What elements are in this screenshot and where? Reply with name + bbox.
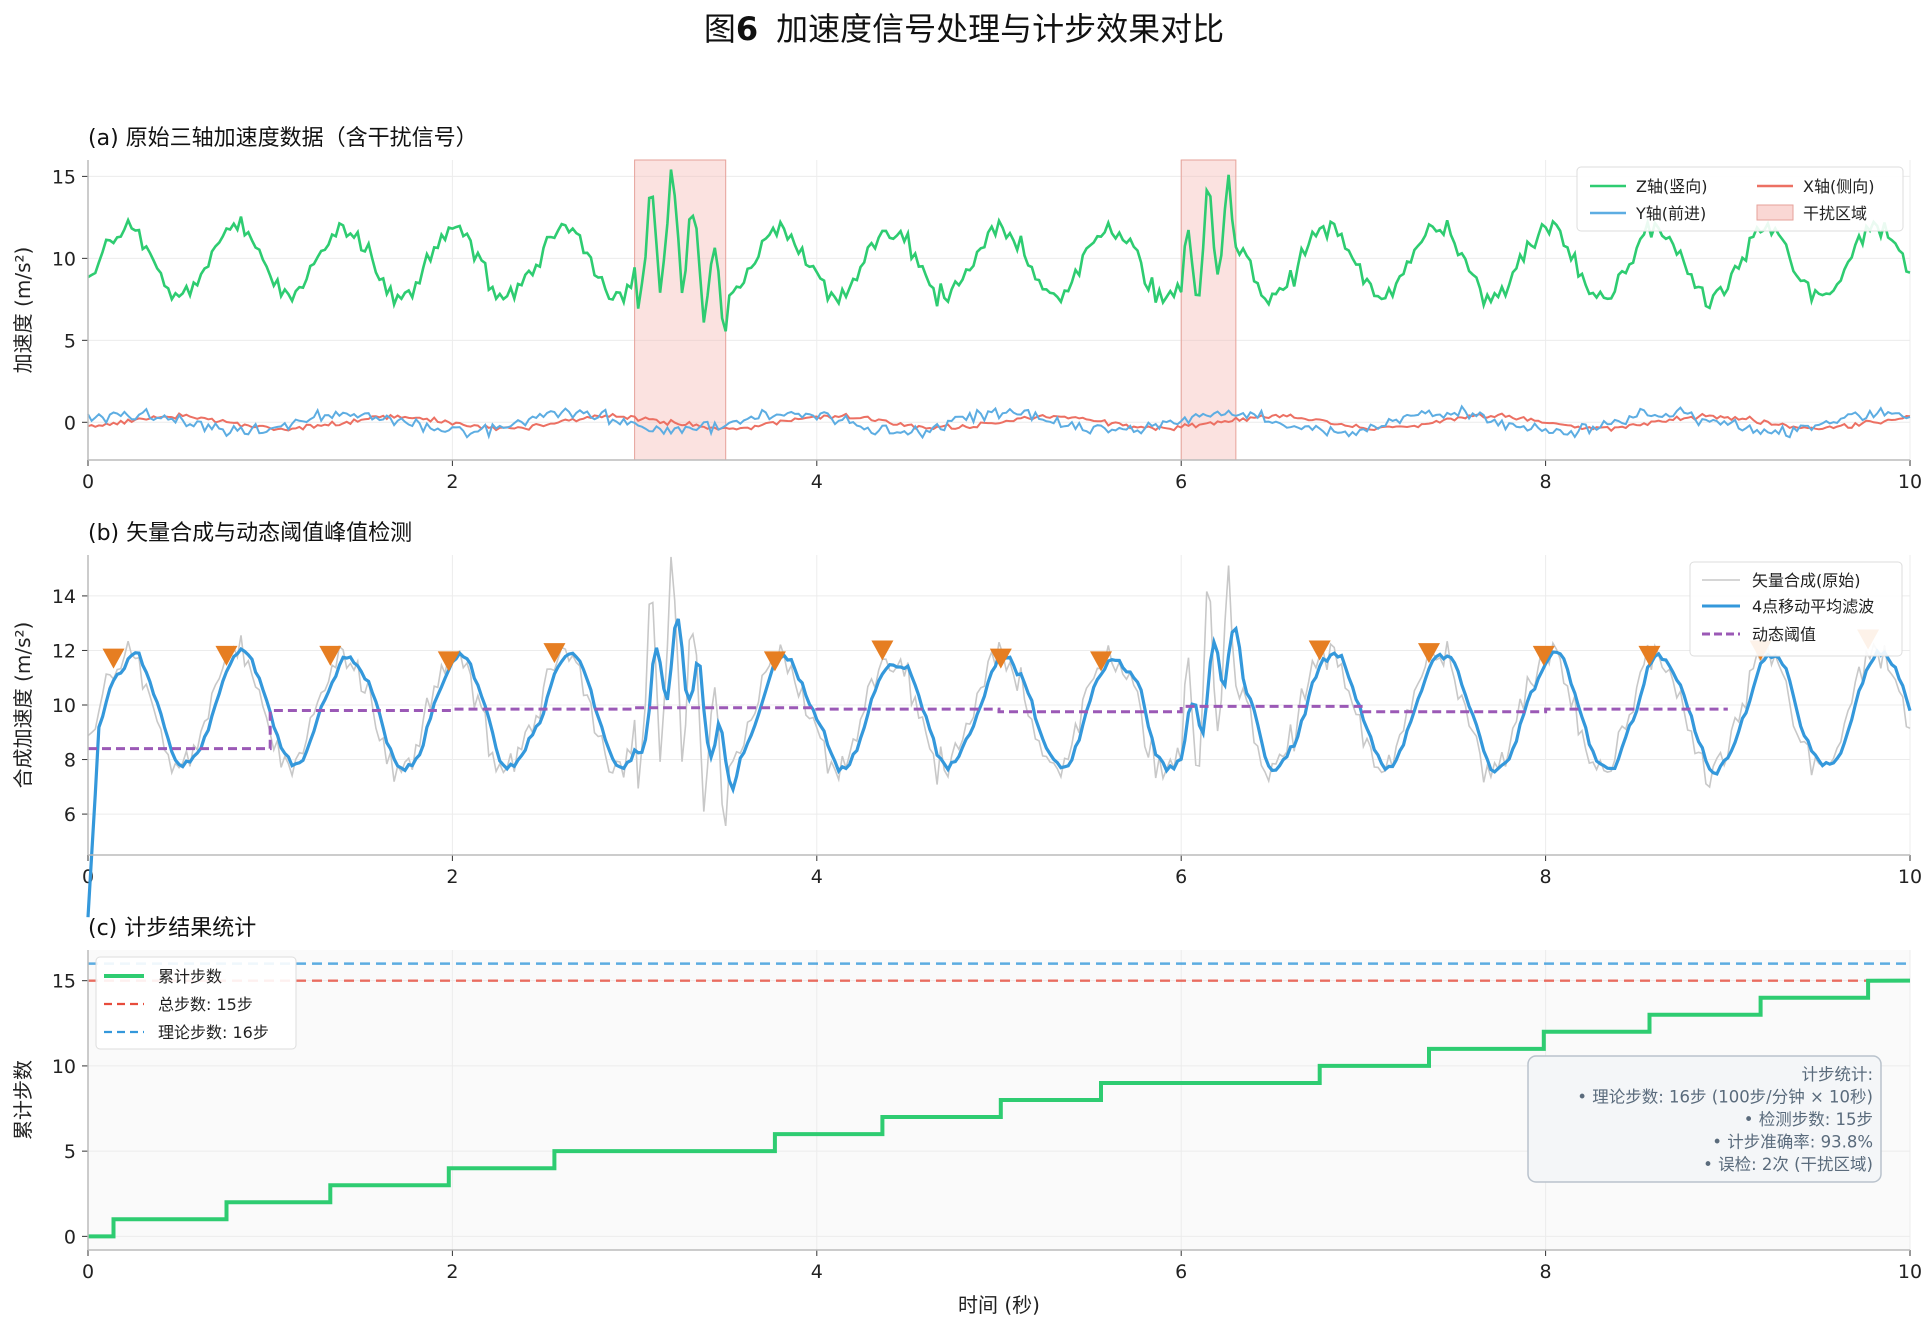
legend-label: Z轴(竖向)	[1636, 177, 1707, 196]
x-tick-label: 2	[446, 1261, 458, 1283]
y-tick-label: 15	[52, 166, 76, 188]
legend-label: 累计步数	[158, 967, 222, 986]
stats-line: • 误检: 2次 (干扰区域)	[1703, 1155, 1873, 1174]
figure-title-text: 加速度信号处理与计步效果对比	[776, 10, 1224, 48]
stats-line: • 计步准确率: 93.8%	[1712, 1133, 1873, 1152]
legend-label: 动态阈值	[1752, 625, 1816, 644]
legend-label: X轴(侧向)	[1803, 177, 1874, 196]
legend-c: 累计步数总步数: 15步理论步数: 16步	[95, 956, 297, 1050]
y-axis-label: 累计步数	[11, 1060, 35, 1140]
panel-title: (b) 矢量合成与动态阈值峰值检测	[88, 521, 412, 546]
x-tick-label: 0	[82, 471, 94, 493]
x-tick-label: 8	[1540, 471, 1552, 493]
y-axis-label: 加速度 (m/s²)	[11, 247, 35, 374]
legend-swatch	[1756, 204, 1794, 221]
y-tick-label: 6	[64, 804, 76, 826]
figure-title: 图6 加速度信号处理与计步效果对比	[704, 10, 1224, 48]
x-tick-label: 6	[1175, 471, 1187, 493]
legend-label: Y轴(前进)	[1635, 204, 1706, 223]
y-tick-label: 5	[64, 330, 76, 352]
figure-title-prefix: 图	[704, 10, 736, 48]
x-tick-label: 10	[1898, 866, 1922, 888]
y-tick-label: 12	[52, 640, 76, 662]
x-tick-label: 8	[1540, 866, 1552, 888]
y-tick-label: 0	[64, 412, 76, 434]
legend-b: 矢量合成(原始) 4点移动平均滤波动态阈值	[1689, 561, 1903, 657]
y-tick-label: 10	[52, 248, 76, 270]
x-tick-label: 8	[1540, 1261, 1552, 1283]
y-tick-label: 5	[64, 1141, 76, 1163]
x-tick-label: 4	[811, 1261, 823, 1283]
panel-a: (a) 原始三轴加速度数据（含干扰信号） 加速度 (m/s²) 0 2 4 6 8 10 0 5 1…	[11, 126, 1922, 493]
y-tick-label: 8	[64, 750, 76, 772]
y-tick-label: 15	[52, 971, 76, 993]
stats-line: 计步统计:	[1801, 1065, 1873, 1084]
x-tick-label: 0	[82, 1261, 94, 1283]
x-axis-label: 时间 (秒)	[958, 1293, 1040, 1317]
x-tick-label: 4	[811, 866, 823, 888]
panels: (a) 原始三轴加速度数据（含干扰信号） 加速度 (m/s²) 0 2 4 6 8 10 0 5 1…	[11, 126, 1922, 1317]
panel-c: (c) 计步结果统计累计步数0 2 4 6 8 10051015时间 (秒)累计步数总步数…	[11, 916, 1922, 1317]
y-tick-label: 0	[64, 1226, 76, 1248]
y-axis-label: 合成加速度 (m/s²)	[11, 622, 35, 789]
panel-b: (b) 矢量合成与动态阈值峰值检测合成加速度 (m/s²)0 2 4 6 8 106810…	[11, 521, 1922, 918]
y-tick-label: 10	[52, 695, 76, 717]
legend-label: 理论步数: 16步	[158, 1023, 269, 1042]
y-tick-label: 10	[52, 1056, 76, 1078]
stats-line: • 理论步数: 16步 (100步/分钟 × 10秒)	[1577, 1088, 1873, 1107]
legend-label: 总步数: 15步	[158, 995, 253, 1014]
x-tick-label: 6	[1175, 866, 1187, 888]
interference-region	[1180, 159, 1237, 461]
figure: 图6 加速度信号处理与计步效果对比 (a) 原始三轴加速度数据（含干扰信号）加速度…	[11, 10, 1922, 1317]
panel-title: (c) 计步结果统计	[88, 916, 256, 941]
x-tick-label: 2	[446, 471, 458, 493]
x-tick-label: 2	[446, 866, 458, 888]
y-tick-label: 14	[52, 586, 76, 608]
legend-label: 干扰区域	[1803, 204, 1867, 223]
legend-label: 矢量合成(原始)	[1752, 571, 1861, 590]
x-tick-label: 4	[811, 471, 823, 493]
x-tick-label: 10	[1898, 1261, 1922, 1283]
legend-label: 4点移动平均滤波	[1752, 597, 1874, 616]
legend-a: Z轴(竖向) Y轴(前进) X轴(侧向) 干扰区域	[1576, 166, 1904, 232]
figure-title-number: 6	[736, 10, 758, 48]
stats-annotation: 计步统计: • 理论步数: 16步 (100步/分钟 × 10秒) • 检测步数: …	[1527, 1055, 1882, 1183]
x-tick-label: 6	[1175, 1261, 1187, 1283]
panel-title: (a) 原始三轴加速度数据（含干扰信号）	[88, 126, 478, 151]
x-tick-label: 10	[1898, 471, 1922, 493]
stats-line: • 检测步数: 15步	[1744, 1110, 1873, 1129]
